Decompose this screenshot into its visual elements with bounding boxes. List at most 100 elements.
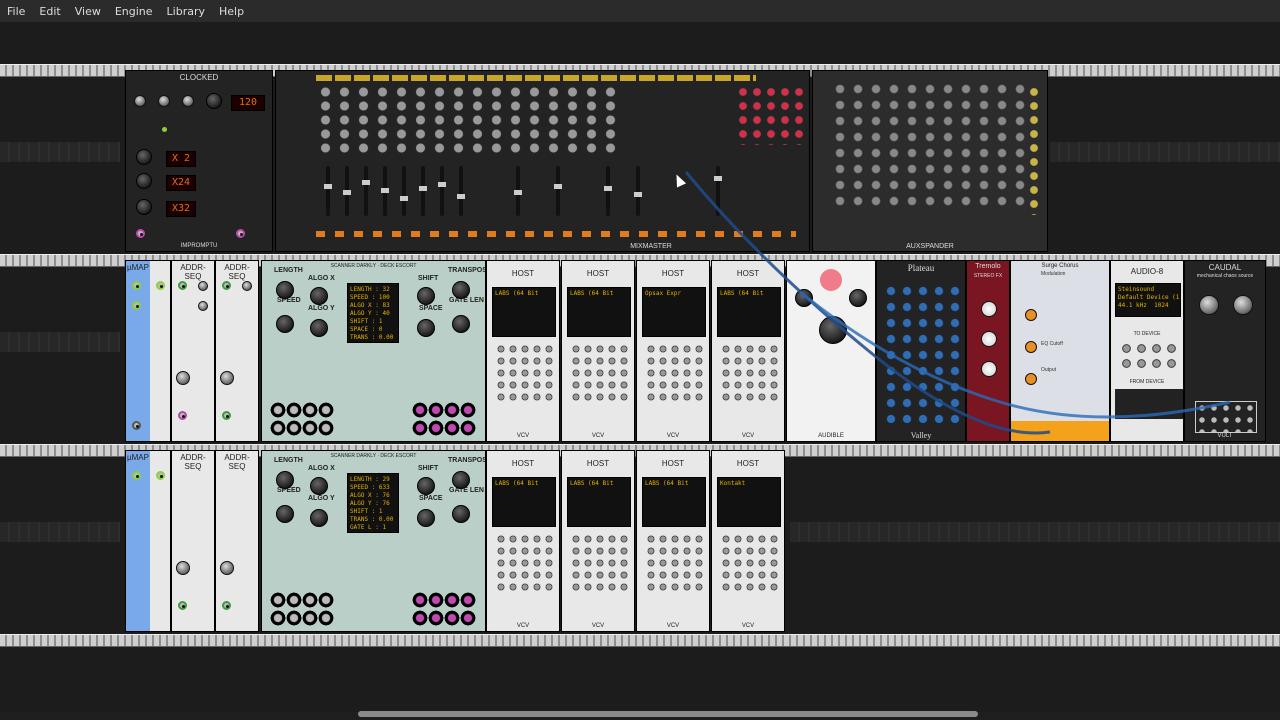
host-module[interactable]: HOST LABS (64 Bit VCV bbox=[561, 450, 635, 632]
clock-out-jack[interactable] bbox=[236, 229, 245, 238]
reset-out-jack[interactable] bbox=[136, 229, 145, 238]
speed-knob[interactable] bbox=[981, 331, 997, 347]
plugin-display[interactable]: LABS (64 Bit bbox=[492, 477, 556, 527]
fader-12[interactable] bbox=[634, 166, 642, 216]
fader-3[interactable] bbox=[362, 166, 370, 216]
gate-jacks[interactable] bbox=[412, 401, 476, 437]
host-module[interactable]: HOST LABS (64 Bit VCV bbox=[561, 260, 635, 442]
fader-4[interactable] bbox=[381, 166, 389, 216]
host-module[interactable]: HOST LABS (64 Bit VCV bbox=[486, 260, 560, 442]
param-jacks[interactable] bbox=[570, 533, 630, 593]
clocked-module[interactable]: CLOCKED 120 X 2 X24 X32 IMPROMPTU bbox=[125, 70, 273, 252]
main-knob[interactable] bbox=[819, 316, 847, 344]
host-module[interactable]: HOST Kontakt VCV bbox=[711, 450, 785, 632]
blend-knob[interactable] bbox=[981, 361, 997, 377]
param-jacks[interactable] bbox=[645, 343, 705, 403]
ratio-knob-1[interactable] bbox=[136, 149, 152, 165]
param-jacks[interactable] bbox=[645, 533, 705, 593]
param-jacks[interactable] bbox=[495, 533, 555, 593]
ratio-knob-3[interactable] bbox=[136, 199, 152, 215]
fader-9[interactable] bbox=[514, 166, 522, 216]
jack[interactable] bbox=[132, 281, 141, 290]
umap-module[interactable]: µMAP bbox=[125, 450, 171, 632]
fader-10[interactable] bbox=[554, 166, 562, 216]
audio-8-module[interactable]: AUDIO-8 Steinsound Default Device (1-2 L… bbox=[1110, 260, 1184, 442]
plugin-display[interactable]: Opsax Expr bbox=[642, 287, 706, 337]
algo-x-knob[interactable] bbox=[310, 477, 328, 495]
aux-send-grid[interactable] bbox=[736, 85, 806, 145]
shimmer-module[interactable]: SCANNER DARKLY · DECK ESCORT LENGTH ALGO… bbox=[261, 450, 486, 632]
to-device-jacks[interactable] bbox=[1119, 341, 1179, 373]
jack[interactable] bbox=[132, 471, 141, 480]
plugin-display[interactable]: LABS (64 Bit bbox=[492, 287, 556, 337]
param-jacks[interactable] bbox=[720, 533, 780, 593]
jack[interactable] bbox=[178, 281, 187, 290]
mixmaster-module[interactable]: MIXMASTER bbox=[275, 70, 810, 252]
fader-5[interactable] bbox=[400, 166, 408, 216]
jack[interactable] bbox=[222, 411, 231, 420]
umap-module[interactable]: µMAP bbox=[125, 260, 171, 442]
menu-engine[interactable]: Engine bbox=[108, 5, 160, 18]
menu-help[interactable]: Help bbox=[212, 5, 251, 18]
addr-seq-module[interactable]: ADDR-SEQ bbox=[171, 260, 215, 442]
host-module[interactable]: HOST LABS (64 Bit VCV bbox=[711, 260, 785, 442]
rack[interactable]: CLOCKED 120 X 2 X24 X32 IMPROMPTU MIXMAS… bbox=[0, 22, 1280, 712]
plateau-module[interactable]: Plateau Valley bbox=[876, 260, 966, 442]
space-knob[interactable] bbox=[417, 319, 435, 337]
param-jacks[interactable] bbox=[495, 343, 555, 403]
step-knob[interactable] bbox=[198, 281, 208, 291]
bpm-input-jack[interactable] bbox=[182, 95, 194, 107]
reset-knob[interactable] bbox=[134, 95, 146, 107]
host-module[interactable]: HOST Opsax Expr VCV bbox=[636, 260, 710, 442]
speed-knob[interactable] bbox=[276, 505, 294, 523]
mute-buttons[interactable] bbox=[316, 231, 796, 237]
host-module[interactable]: HOST LABS (64 Bit VCV bbox=[486, 450, 560, 632]
bpm-knob[interactable] bbox=[206, 93, 222, 109]
surge-chorus-module[interactable]: Surge Chorus Modulation EQ Cutoff Output bbox=[1010, 260, 1110, 442]
transpose-knob[interactable] bbox=[452, 281, 470, 299]
fader-8[interactable] bbox=[457, 166, 465, 216]
input-jack-grid[interactable] bbox=[316, 85, 616, 155]
steps-knob[interactable] bbox=[220, 371, 234, 385]
steps-knob[interactable] bbox=[176, 371, 190, 385]
jack[interactable] bbox=[156, 281, 165, 290]
transpose-knob[interactable] bbox=[452, 471, 470, 489]
tremolo-module[interactable]: Tremolo STEREO FX bbox=[966, 260, 1010, 442]
jack[interactable] bbox=[178, 411, 187, 420]
algo-y-knob[interactable] bbox=[310, 509, 328, 527]
menu-file[interactable]: File bbox=[0, 5, 32, 18]
knob[interactable] bbox=[795, 289, 813, 307]
host-module[interactable]: HOST LABS (64 Bit VCV bbox=[636, 450, 710, 632]
jack[interactable] bbox=[222, 281, 231, 290]
gate-jacks[interactable] bbox=[412, 591, 476, 627]
shift-knob[interactable] bbox=[417, 287, 435, 305]
menu-edit[interactable]: Edit bbox=[32, 5, 67, 18]
plugin-display[interactable]: LABS (64 Bit bbox=[567, 477, 631, 527]
param-jacks[interactable] bbox=[570, 343, 630, 403]
jack[interactable] bbox=[222, 601, 231, 610]
plateau-knobs[interactable] bbox=[883, 283, 963, 423]
audio-device-display[interactable]: Steinsound Default Device (1-2 L 44.1 kH… bbox=[1115, 283, 1181, 317]
cv-jacks[interactable] bbox=[270, 591, 334, 627]
jack[interactable] bbox=[132, 301, 141, 310]
knob[interactable] bbox=[1025, 373, 1037, 385]
jack[interactable] bbox=[178, 601, 187, 610]
fader-6[interactable] bbox=[419, 166, 427, 216]
plugin-display[interactable]: LABS (64 Bit bbox=[717, 287, 781, 337]
speed-knob[interactable] bbox=[276, 315, 294, 333]
fader-1[interactable] bbox=[324, 166, 332, 216]
jack[interactable] bbox=[132, 421, 141, 430]
addr-seq-module[interactable]: ADDR-SEQ bbox=[215, 450, 259, 632]
shape-knob[interactable] bbox=[981, 301, 997, 317]
energy-knob[interactable] bbox=[1233, 295, 1253, 315]
master-fader[interactable] bbox=[714, 166, 722, 216]
plugin-display[interactable]: LABS (64 Bit bbox=[642, 477, 706, 527]
menu-view[interactable]: View bbox=[68, 5, 108, 18]
shimmer-module[interactable]: SCANNER DARKLY · DECK ESCORT LENGTH ALGO… bbox=[261, 260, 486, 442]
knob[interactable] bbox=[1025, 341, 1037, 353]
knob[interactable] bbox=[1025, 309, 1037, 321]
algo-x-knob[interactable] bbox=[310, 287, 328, 305]
gate-len-knob[interactable] bbox=[452, 315, 470, 333]
plugin-display[interactable]: Kontakt bbox=[717, 477, 781, 527]
caudal-module[interactable]: CAUDAL mechanical chaos source VULT bbox=[1184, 260, 1266, 442]
